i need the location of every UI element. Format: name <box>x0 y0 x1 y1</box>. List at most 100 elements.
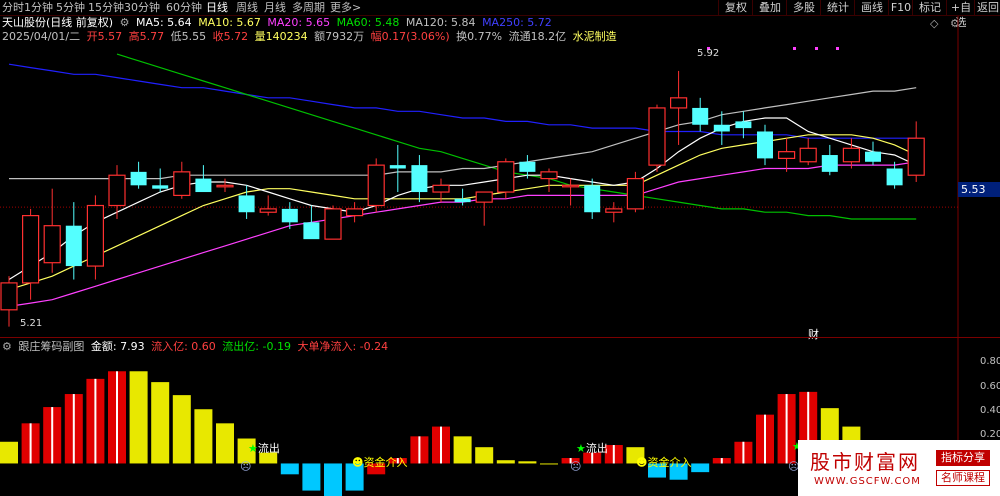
money-flow-bar <box>691 463 710 473</box>
event-dot <box>793 47 796 50</box>
bar-highlight <box>51 407 54 464</box>
bar-highlight <box>29 423 32 464</box>
money-flow-bar <box>540 463 558 465</box>
money-flow-bar <box>216 423 234 464</box>
sad-face-icon: ☹ <box>570 460 582 473</box>
candle-body <box>907 137 925 176</box>
watermark-logo: 股市财富网 WWW.GSCFW.COM 指标分享 名师课程 <box>798 440 1000 496</box>
money-flow-bar <box>453 436 472 464</box>
fund-out-signal: ★流出 <box>248 442 280 455</box>
finance-event-marker[interactable]: 财 <box>808 326 819 342</box>
bar-highlight <box>116 371 118 464</box>
sub-axis-label: 0.20 <box>980 429 1000 440</box>
candle-body <box>195 178 212 193</box>
low-price-marker: 5.21 <box>20 318 43 329</box>
candle-body <box>324 208 342 240</box>
money-flow-bar <box>475 447 494 464</box>
bar-highlight <box>764 414 766 464</box>
money-flow-bar <box>302 463 321 491</box>
money-flow-bar <box>496 460 515 464</box>
watermark-url: WWW.GSCFW.COM <box>814 476 921 487</box>
sad-face-icon: ☹ <box>240 460 252 473</box>
candle-body <box>540 171 558 180</box>
candle-body <box>692 107 709 125</box>
indicator-inflow: 流入亿: 0.60 <box>151 340 216 353</box>
kline-chart[interactable] <box>0 0 1000 496</box>
ma120-line <box>9 87 917 180</box>
event-dot <box>836 47 839 50</box>
watermark-site: 股市财富网 <box>810 450 920 474</box>
candle-body <box>648 107 666 166</box>
event-dot <box>815 47 818 50</box>
star-icon: ★ <box>248 442 258 455</box>
bar-highlight <box>612 445 615 464</box>
watermark-tag1: 指标分享 <box>936 450 990 466</box>
money-flow-bar <box>172 395 191 464</box>
candle-body <box>561 184 580 188</box>
candle-body <box>43 225 61 264</box>
candle-body <box>497 161 515 193</box>
sub-axis-label: 0.80 <box>980 356 1000 367</box>
bar-highlight <box>94 378 97 464</box>
candle-body <box>108 174 126 207</box>
candle-body <box>367 164 385 207</box>
fund-in-signal: ☻资金介入 <box>352 456 408 469</box>
bar-highlight <box>785 394 788 464</box>
candle-body <box>389 165 406 169</box>
candle-body <box>799 147 817 163</box>
panel-separator <box>0 337 1000 338</box>
sub-axis-label: 0.60 <box>980 381 1000 392</box>
sub-axis-label: 0.40 <box>980 405 1000 416</box>
candle-body <box>605 208 623 213</box>
candle-body <box>669 97 688 109</box>
money-flow-bar <box>194 409 213 464</box>
candle-body <box>842 147 861 163</box>
indicator-amount: 金额: 7.93 <box>90 340 145 353</box>
indicator-info-line: ⚙ 跟庄筹码副图 金额: 7.93 流入亿: 0.60 流出亿: -0.19 大… <box>2 340 391 354</box>
candle-body <box>86 204 105 267</box>
indicator-settings-icon[interactable]: ⚙ <box>2 340 12 353</box>
money-flow-bar <box>280 463 299 475</box>
candle-body <box>865 151 881 162</box>
candle-body <box>303 222 320 240</box>
candle-body <box>735 121 752 129</box>
bar-highlight <box>742 441 745 464</box>
candle-body <box>173 171 191 197</box>
bar-highlight <box>440 426 442 464</box>
candle-body <box>65 225 82 267</box>
candle-body <box>346 208 364 217</box>
candle-body <box>777 151 796 160</box>
indicator-name[interactable]: 跟庄筹码副图 <box>18 340 84 353</box>
candle-body <box>886 168 903 186</box>
candle-body <box>757 131 773 159</box>
money-flow-bar <box>151 382 170 464</box>
indicator-big-order: 大单净流入: -0.24 <box>297 340 389 353</box>
candle-body <box>454 198 471 203</box>
candle-body <box>626 177 645 210</box>
indicator-outflow: 流出亿: -0.19 <box>222 340 291 353</box>
bar-highlight <box>72 394 75 464</box>
candle-body <box>432 184 450 193</box>
fund-in-signal: ☻资金介入 <box>636 456 692 469</box>
candle-body <box>821 155 838 172</box>
candle-body <box>713 124 730 132</box>
money-flow-bar <box>324 463 342 496</box>
fund-out-signal: ★流出 <box>576 442 608 455</box>
bar-highlight <box>720 458 723 464</box>
candle-body <box>130 171 147 186</box>
star-icon: ★ <box>576 442 586 455</box>
candle-body <box>0 282 18 311</box>
money-flow-bar <box>0 441 18 464</box>
candle-body <box>238 195 255 213</box>
candle-body <box>519 161 536 172</box>
ma250-line <box>8 63 917 139</box>
smile-icon: ☻ <box>352 456 364 469</box>
bar-highlight <box>418 436 421 464</box>
candle-body <box>259 208 277 213</box>
candle-body <box>152 185 169 189</box>
candle-body <box>216 184 234 188</box>
watermark-tag2: 名师课程 <box>936 470 990 486</box>
candle-body <box>475 191 493 203</box>
money-flow-bar <box>518 461 537 464</box>
candle-body <box>22 215 40 284</box>
